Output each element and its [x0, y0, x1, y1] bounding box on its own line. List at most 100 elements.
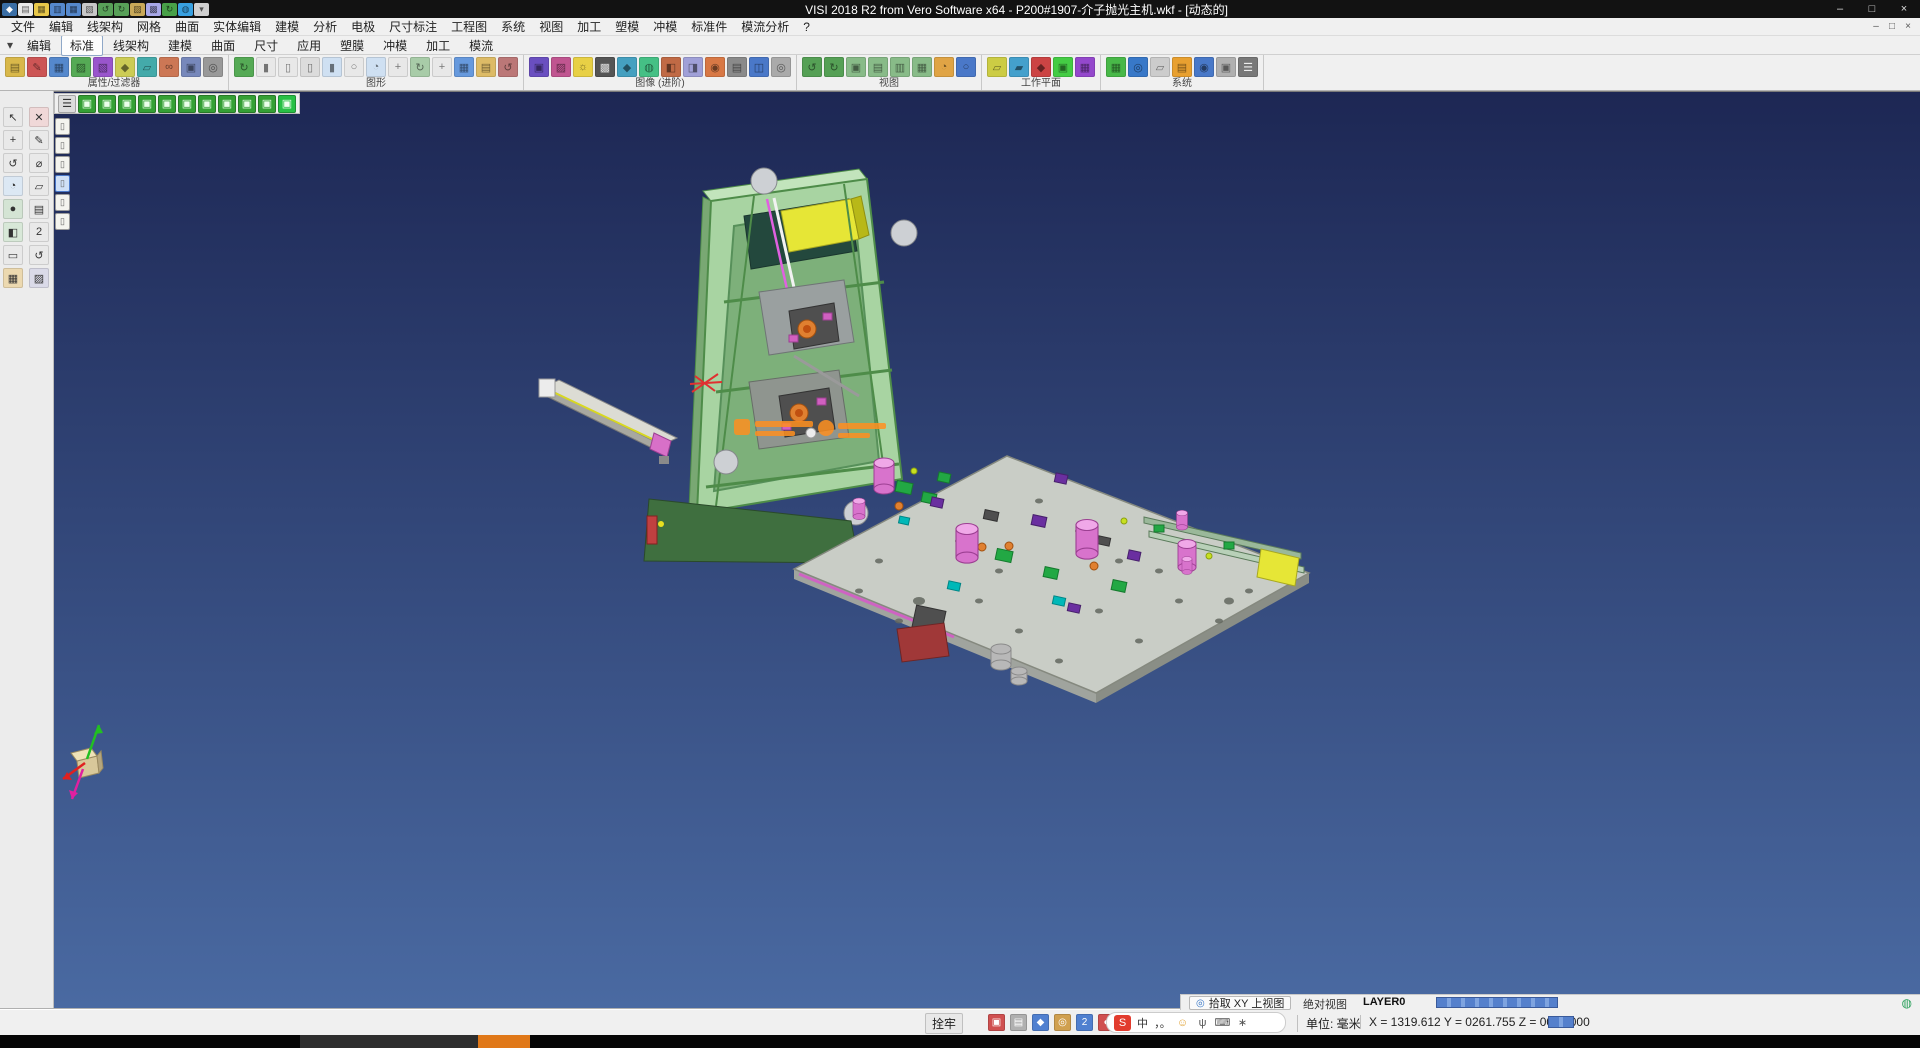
- absolute-view-label[interactable]: 绝对视图: [1303, 996, 1347, 1012]
- menu-item[interactable]: 编辑: [42, 18, 80, 35]
- link-status-icon[interactable]: ◆: [1032, 1014, 1049, 1031]
- undo-icon[interactable]: ↺: [98, 3, 113, 16]
- menu-item[interactable]: 尺寸标注: [382, 18, 444, 35]
- drum-icon[interactable]: ▯: [55, 194, 70, 211]
- plane-icon[interactable]: ▱: [29, 176, 49, 196]
- paste-icon[interactable]: ▩: [146, 3, 161, 16]
- plane-filter-icon[interactable]: ▱: [137, 57, 157, 77]
- select-arrow-icon[interactable]: ↖: [3, 107, 23, 127]
- rotate-icon[interactable]: ↺: [3, 153, 23, 173]
- lock-label[interactable]: 拴牢: [925, 1013, 963, 1034]
- menu-item[interactable]: 分析: [306, 18, 344, 35]
- palette-icon[interactable]: ▦: [3, 268, 23, 288]
- zoom-in-icon[interactable]: +: [432, 57, 452, 77]
- layer-manager-icon[interactable]: ▤: [1172, 57, 1192, 77]
- side-view-icon[interactable]: ▦: [912, 57, 932, 77]
- snapshot-icon[interactable]: ◉: [705, 57, 725, 77]
- sogou-logo-icon[interactable]: S: [1114, 1015, 1131, 1031]
- multi-window-icon[interactable]: ▦: [454, 57, 474, 77]
- save-all-icon[interactable]: ▦: [66, 3, 81, 16]
- close-button[interactable]: ×: [1888, 0, 1920, 18]
- options-icon[interactable]: ☰: [1238, 57, 1258, 77]
- workplane-normal-icon[interactable]: ▣: [1053, 57, 1073, 77]
- menu-item[interactable]: 文件: [4, 18, 42, 35]
- shaded-mode-icon[interactable]: ▮: [256, 57, 276, 77]
- top-view-icon[interactable]: ▣: [138, 95, 156, 113]
- right-view-icon[interactable]: ▣: [218, 95, 236, 113]
- menu-item[interactable]: 建模: [268, 18, 306, 35]
- section-view-icon[interactable]: ◧: [661, 57, 681, 77]
- tab[interactable]: 建模: [159, 35, 201, 56]
- lighting-icon[interactable]: ☼: [573, 57, 593, 77]
- menu-item[interactable]: 实体编辑: [206, 18, 268, 35]
- previous-view-icon[interactable]: ↺: [802, 57, 822, 77]
- counter-icon[interactable]: 2: [29, 222, 49, 242]
- ortho-icon[interactable]: ▱: [1150, 57, 1170, 77]
- bottom-view-icon[interactable]: ▣: [238, 95, 256, 113]
- doc-status-icon[interactable]: ▤: [1010, 1014, 1027, 1031]
- tab[interactable]: 加工: [417, 35, 459, 56]
- mask-filter-icon[interactable]: ▣: [181, 57, 201, 77]
- copy-icon[interactable]: ▨: [130, 3, 145, 16]
- menu-item[interactable]: 冲模: [646, 18, 684, 35]
- zoom-fit-icon[interactable]: ○: [956, 57, 976, 77]
- advanced-settings-icon[interactable]: ◎: [771, 57, 791, 77]
- grid-icon[interactable]: ▦: [1106, 57, 1126, 77]
- 3d-viewport[interactable]: ☰▣▣▣▣▣▣▣▣▣▣▣ ▯▯▯▯▯▯: [54, 91, 1920, 1009]
- world-icon[interactable]: ◍: [178, 3, 193, 16]
- menu-item[interactable]: ?: [796, 20, 817, 34]
- texture-icon[interactable]: ▨: [551, 57, 571, 77]
- menu-item[interactable]: 线架构: [80, 18, 130, 35]
- qat-dropdown-icon[interactable]: ▾: [194, 3, 209, 16]
- calculator-icon[interactable]: ▣: [1216, 57, 1236, 77]
- hidden-line-icon[interactable]: ▯: [300, 57, 320, 77]
- view-rotate-icon[interactable]: ◔: [934, 57, 954, 77]
- mic-icon[interactable]: ψ: [1194, 1015, 1211, 1031]
- workplane-xy-icon[interactable]: ▱: [987, 57, 1007, 77]
- taskbar-highlight-segment[interactable]: [478, 1035, 530, 1048]
- drum-icon[interactable]: ▯: [55, 156, 70, 173]
- front-view-icon[interactable]: ▥: [890, 57, 910, 77]
- eraser-icon[interactable]: ▭: [3, 245, 23, 265]
- taskbar-app-segment[interactable]: [300, 1035, 478, 1048]
- sketch-icon[interactable]: ✎: [29, 130, 49, 150]
- alert-status-icon[interactable]: ▣: [988, 1014, 1005, 1031]
- render-icon[interactable]: ▣: [529, 57, 549, 77]
- color-filter-icon[interactable]: ▦: [49, 57, 69, 77]
- compare-icon[interactable]: ◫: [749, 57, 769, 77]
- move-icon[interactable]: +: [3, 130, 23, 150]
- print-icon[interactable]: ▧: [82, 3, 97, 16]
- line-filter-icon[interactable]: ▨: [71, 57, 91, 77]
- drum-icon[interactable]: ▯: [55, 213, 70, 230]
- tab[interactable]: 塑膜: [331, 35, 373, 56]
- windows-taskbar[interactable]: [0, 1035, 1920, 1048]
- chain-filter-icon[interactable]: ∞: [159, 57, 179, 77]
- orbit-icon[interactable]: ◔: [3, 176, 23, 196]
- tab[interactable]: 冲模: [374, 35, 416, 56]
- tab[interactable]: 模流: [460, 35, 502, 56]
- mdi-restore-button[interactable]: □: [1884, 18, 1900, 35]
- drum-icon[interactable]: ▯: [55, 137, 70, 154]
- pan-icon[interactable]: +: [388, 57, 408, 77]
- undo-icon[interactable]: ↺: [29, 245, 49, 265]
- sphere-icon[interactable]: ●: [3, 199, 23, 219]
- wireframe-mode-icon[interactable]: ▯: [278, 57, 298, 77]
- element-filter-icon[interactable]: ◆: [115, 57, 135, 77]
- minimize-button[interactable]: –: [1824, 0, 1856, 18]
- rotate-view-icon[interactable]: ↻: [410, 57, 430, 77]
- drum-icon-active[interactable]: ▯: [55, 175, 70, 192]
- view-menu-icon[interactable]: ☰: [58, 95, 76, 113]
- workplane-manager-icon[interactable]: ▦: [1075, 57, 1095, 77]
- menu-item[interactable]: 工程图: [444, 18, 494, 35]
- view-list-icon[interactable]: ▤: [476, 57, 496, 77]
- top-view-icon[interactable]: ▤: [868, 57, 888, 77]
- system-info-icon[interactable]: ◉: [1194, 57, 1214, 77]
- front-view-icon[interactable]: ▣: [158, 95, 176, 113]
- tab[interactable]: 线架构: [104, 35, 158, 56]
- gouraud-icon[interactable]: ▮: [322, 57, 342, 77]
- snap-settings-icon[interactable]: ◎: [1128, 57, 1148, 77]
- menu-item[interactable]: 标准件: [684, 18, 734, 35]
- gallery-icon[interactable]: ▤: [727, 57, 747, 77]
- menu-item[interactable]: 网格: [130, 18, 168, 35]
- iso-view-icon[interactable]: ▣: [118, 95, 136, 113]
